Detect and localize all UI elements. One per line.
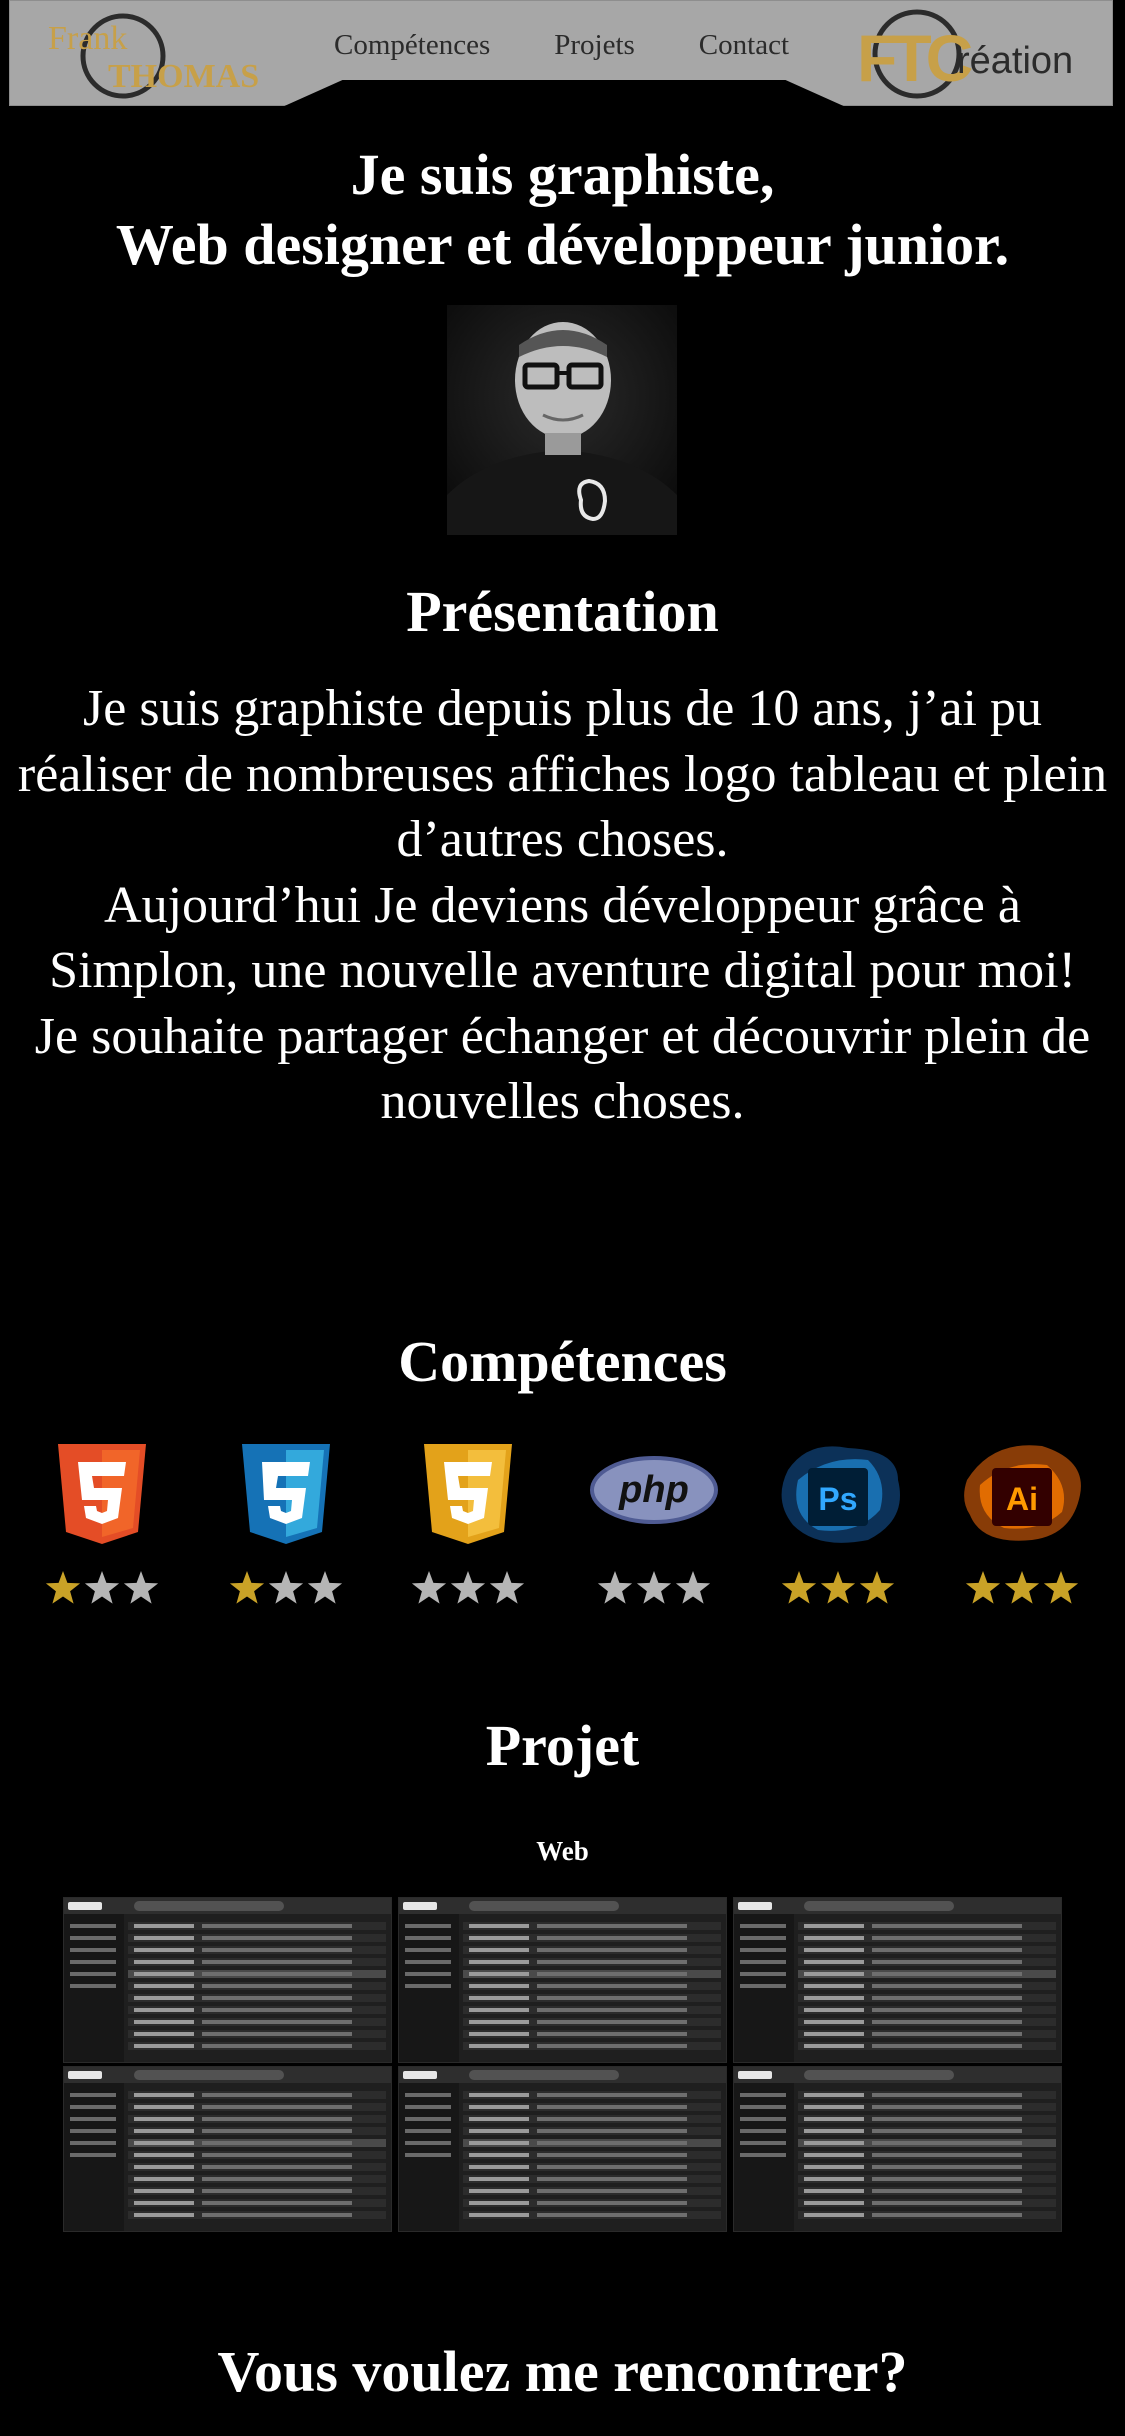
star-icon — [307, 1571, 343, 1604]
skill-rating-illustrator — [965, 1571, 1079, 1604]
ftcreation-logo[interactable]: FTC réation — [845, 9, 1105, 99]
star-icon — [268, 1571, 304, 1604]
star-icon — [636, 1571, 672, 1604]
main-nav: Compétences Projets Contact — [334, 29, 789, 62]
hero-title-line2: Web designer et développeur junior. — [115, 212, 1010, 277]
star-icon — [675, 1571, 711, 1604]
projects-title: Projet — [485, 1713, 640, 1778]
project-thumbnail[interactable] — [733, 2066, 1062, 2232]
star-icon — [820, 1571, 856, 1604]
skill-photoshop: Ps — [768, 1440, 908, 1620]
illustrator-label: Ai — [1006, 1481, 1038, 1517]
star-icon — [965, 1571, 1001, 1604]
php-icon: php — [590, 1456, 718, 1524]
star-icon — [781, 1571, 817, 1604]
star-icon — [597, 1571, 633, 1604]
presentation-text: Je suis graphiste depuis plus de 10 ans,… — [16, 676, 1109, 1135]
html5-gold-icon — [424, 1444, 512, 1544]
presentation-title: Présentation — [406, 579, 719, 644]
hero-title: Je suis graphiste, Web designer et dével… — [0, 140, 1125, 280]
skill-css3 — [216, 1440, 356, 1620]
photoshop-icon: Ps — [781, 1446, 900, 1543]
project-thumbnail[interactable] — [63, 2066, 392, 2232]
project-thumbnail[interactable] — [733, 1897, 1062, 2063]
star-icon — [859, 1571, 895, 1604]
star-icon — [45, 1571, 81, 1604]
logo-right-word: réation — [957, 40, 1073, 82]
skill-php: php — [584, 1440, 724, 1620]
header-notch — [280, 80, 848, 108]
frank-thomas-logo[interactable]: Frank THOMAS — [38, 9, 288, 99]
project-thumbnail[interactable] — [398, 1897, 727, 2063]
star-icon — [450, 1571, 486, 1604]
skill-rating-php — [597, 1571, 711, 1604]
nav-contact[interactable]: Contact — [699, 29, 789, 62]
skills-title: Compétences — [398, 1329, 727, 1394]
hero-title-line1: Je suis graphiste, — [350, 142, 775, 207]
presentation-text-body: Je suis graphiste depuis plus de 10 ans,… — [17, 680, 1108, 1130]
star-icon — [411, 1571, 447, 1604]
skill-rating-css3 — [229, 1571, 343, 1604]
nav-competences[interactable]: Compétences — [334, 29, 490, 62]
logo-left-line1: Frank — [48, 20, 127, 57]
projects-category-web: Web — [536, 1836, 589, 1866]
skill-rating-html5 — [45, 1571, 159, 1604]
logo-left-line2: THOMAS — [108, 58, 259, 95]
html5-icon — [58, 1444, 146, 1544]
contact-title: Vous voulez me rencontrer? — [217, 2339, 908, 2404]
star-icon — [123, 1571, 159, 1604]
nav-projets[interactable]: Projets — [554, 29, 635, 62]
photoshop-label: Ps — [818, 1481, 857, 1517]
skill-illustrator: Ai — [952, 1440, 1092, 1620]
css3-icon — [242, 1444, 330, 1544]
illustrator-icon: Ai — [964, 1445, 1081, 1541]
project-thumbnail[interactable] — [63, 1897, 392, 2063]
skill-rating-photoshop — [781, 1571, 895, 1604]
star-icon — [229, 1571, 265, 1604]
skill-html5 — [32, 1440, 172, 1620]
logo-right-initials: FTC — [857, 21, 972, 95]
project-thumbnail[interactable] — [398, 2066, 727, 2232]
star-icon — [489, 1571, 525, 1604]
star-icon — [84, 1571, 120, 1604]
skill-rating-html5-gold — [411, 1571, 525, 1604]
skill-html5-gold — [398, 1440, 538, 1620]
star-icon — [1004, 1571, 1040, 1604]
profile-photo — [447, 305, 677, 535]
star-icon — [1043, 1571, 1079, 1604]
svg-text:php: php — [618, 1469, 689, 1511]
